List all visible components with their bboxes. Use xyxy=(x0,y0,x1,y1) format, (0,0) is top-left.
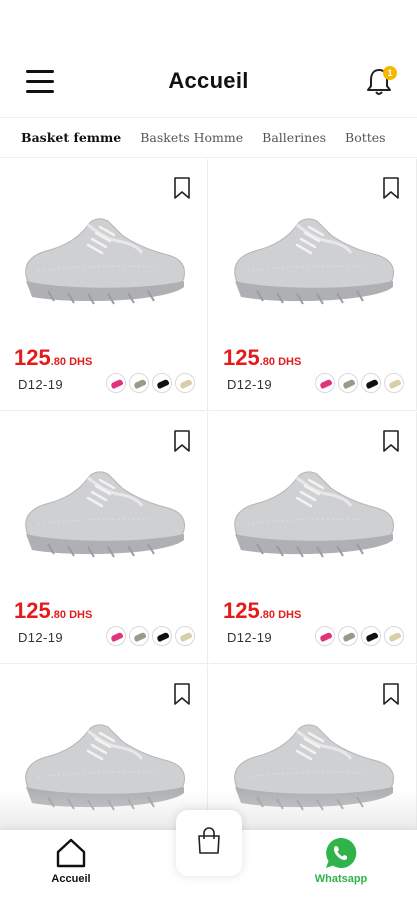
notification-badge: 1 xyxy=(383,66,397,80)
bookmark-icon[interactable] xyxy=(173,430,191,452)
product-ref: D12-19 xyxy=(227,630,273,645)
product-image xyxy=(227,201,399,313)
color-swatch[interactable] xyxy=(129,626,149,646)
color-swatches xyxy=(315,373,404,393)
product-card[interactable]: 125.80 DHS D12-19 xyxy=(209,159,417,411)
product-image xyxy=(227,454,399,566)
color-swatches xyxy=(106,373,195,393)
bookmark-icon[interactable] xyxy=(173,177,191,199)
color-swatch[interactable] xyxy=(384,626,404,646)
color-swatch[interactable] xyxy=(384,373,404,393)
page-title: Accueil xyxy=(168,68,249,93)
color-swatches xyxy=(315,626,404,646)
price-decimal: .80 DHS xyxy=(259,356,302,368)
nav-home-label: Accueil xyxy=(51,873,91,885)
product-card[interactable]: 125.80 DHS D12-19 xyxy=(0,412,208,664)
price-integer: 125 xyxy=(223,345,260,370)
product-card[interactable]: 125.80 DHS D12-19 xyxy=(209,412,417,664)
bookmark-icon[interactable] xyxy=(173,683,191,705)
color-swatches xyxy=(106,626,195,646)
cart-button[interactable] xyxy=(176,810,242,876)
color-swatch[interactable] xyxy=(338,373,358,393)
product-price: 125.80 DHS xyxy=(14,345,92,371)
whatsapp-icon xyxy=(326,837,357,868)
tab-ballerines[interactable]: Ballerines xyxy=(262,130,326,145)
product-ref: D12-19 xyxy=(227,377,273,392)
color-swatch[interactable] xyxy=(361,626,381,646)
category-tabs: Basket femme Baskets Homme Ballerines Bo… xyxy=(0,118,417,158)
color-swatch[interactable] xyxy=(338,626,358,646)
shopping-bag-icon xyxy=(198,827,220,854)
product-price: 125.80 DHS xyxy=(223,345,301,371)
price-decimal: .80 DHS xyxy=(259,609,302,621)
nav-whatsapp[interactable]: Whatsapp xyxy=(303,836,379,894)
product-image xyxy=(18,454,190,566)
app-header: Accueil 1 xyxy=(0,0,417,118)
tab-basket-femme[interactable]: Basket femme xyxy=(21,130,121,145)
product-price: 125.80 DHS xyxy=(14,598,92,624)
price-integer: 125 xyxy=(14,598,51,623)
color-swatch[interactable] xyxy=(129,373,149,393)
color-swatch[interactable] xyxy=(315,373,335,393)
tab-baskets-homme[interactable]: Baskets Homme xyxy=(140,130,243,145)
home-icon xyxy=(56,838,86,868)
nav-home[interactable]: Accueil xyxy=(40,836,102,894)
color-swatch[interactable] xyxy=(361,373,381,393)
price-integer: 125 xyxy=(14,345,51,370)
color-swatch[interactable] xyxy=(175,626,195,646)
nav-whatsapp-label: Whatsapp xyxy=(314,873,368,885)
product-ref: D12-19 xyxy=(18,377,64,392)
product-grid: 125.80 DHS D12-19 125.80 DHS D12-19 125.80… xyxy=(0,159,417,839)
price-decimal: .80 DHS xyxy=(50,609,93,621)
color-swatch[interactable] xyxy=(152,373,172,393)
color-swatch[interactable] xyxy=(106,373,126,393)
bookmark-icon[interactable] xyxy=(382,430,400,452)
product-ref: D12-19 xyxy=(18,630,64,645)
product-card[interactable]: 125.80 DHS D12-19 xyxy=(0,159,208,411)
price-decimal: .80 DHS xyxy=(50,356,93,368)
price-integer: 125 xyxy=(223,598,260,623)
color-swatch[interactable] xyxy=(175,373,195,393)
product-price: 125.80 DHS xyxy=(223,598,301,624)
color-swatch[interactable] xyxy=(106,626,126,646)
color-swatch[interactable] xyxy=(315,626,335,646)
bookmark-icon[interactable] xyxy=(382,177,400,199)
bookmark-icon[interactable] xyxy=(382,683,400,705)
tab-bottes[interactable]: Bottes xyxy=(345,130,386,145)
product-image xyxy=(18,201,190,313)
color-swatch[interactable] xyxy=(152,626,172,646)
